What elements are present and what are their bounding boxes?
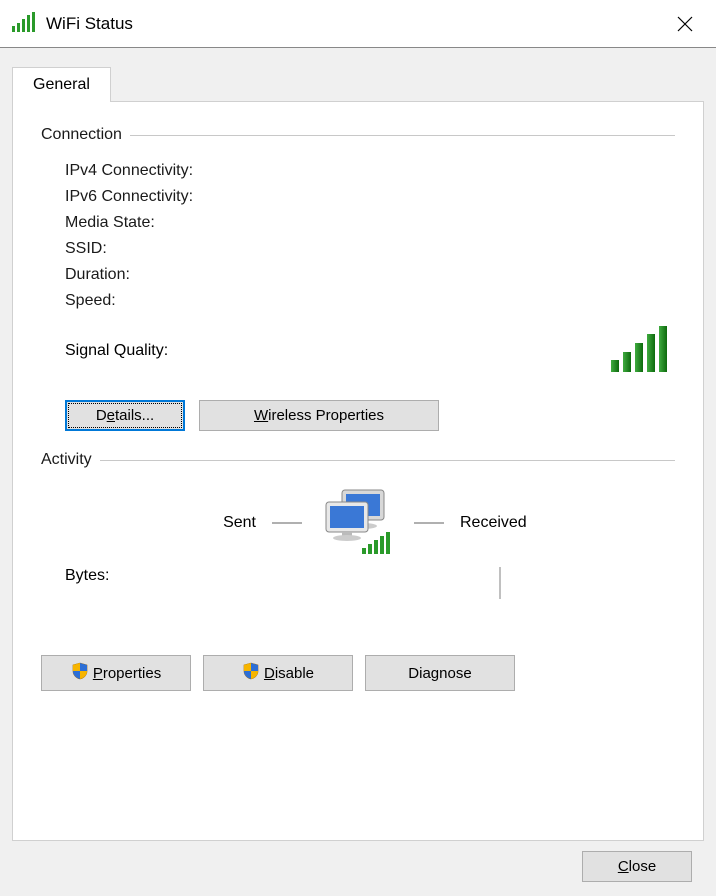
- speed-value: [385, 292, 675, 310]
- diagnose-button-label: Diagnose: [408, 665, 471, 682]
- ipv4-value: [385, 162, 675, 180]
- speed-label: Speed:: [65, 292, 385, 310]
- field-ipv6: IPv6 Connectivity:: [41, 184, 675, 210]
- properties-button[interactable]: Properties: [41, 655, 191, 691]
- close-button[interactable]: Close: [582, 851, 692, 882]
- field-ipv4: IPv4 Connectivity:: [41, 158, 675, 184]
- dash-icon: [414, 522, 444, 524]
- close-button-label: Close: [618, 858, 656, 875]
- dash-icon: [272, 522, 302, 524]
- field-ssid: SSID:: [41, 236, 675, 262]
- field-duration: Duration:: [41, 262, 675, 288]
- duration-value: [385, 266, 675, 284]
- activity-buttons: Properties Disable Diagnose: [41, 655, 675, 691]
- signal-bars-icon: [611, 326, 671, 376]
- ipv6-value: [385, 188, 675, 206]
- properties-button-label: Properties: [93, 665, 161, 682]
- close-icon: [677, 16, 693, 32]
- wireless-properties-button[interactable]: Wireless Properties: [199, 400, 439, 431]
- group-activity-title: Activity: [41, 451, 92, 469]
- ssid-value: [385, 240, 675, 258]
- media-state-value: [385, 214, 675, 232]
- wireless-properties-label: Wireless Properties: [254, 407, 384, 424]
- divider: [130, 135, 675, 136]
- ipv6-label: IPv6 Connectivity:: [65, 188, 385, 206]
- panel-general: Connection IPv4 Connectivity: IPv6 Conne…: [12, 101, 704, 841]
- signal-quality-label: Signal Quality:: [65, 342, 611, 360]
- field-speed: Speed:: [41, 288, 675, 314]
- field-media-state: Media State:: [41, 210, 675, 236]
- field-bytes: Bytes:: [41, 567, 675, 607]
- window-title: WiFi Status: [46, 14, 662, 34]
- group-connection: Connection: [41, 126, 675, 144]
- details-button[interactable]: Details...: [65, 400, 185, 431]
- ipv4-label: IPv4 Connectivity:: [65, 162, 385, 180]
- divider: [100, 460, 675, 461]
- details-button-label: Details...: [96, 407, 154, 424]
- diagnose-button[interactable]: Diagnose: [365, 655, 515, 691]
- shield-icon: [242, 662, 260, 684]
- close-row: Close: [582, 851, 692, 882]
- titlebar: WiFi Status: [0, 0, 716, 48]
- divider-vertical: [499, 567, 501, 599]
- content-area: General Connection IPv4 Connectivity: IP…: [0, 48, 716, 896]
- shield-icon: [71, 662, 89, 684]
- sent-label: Sent: [156, 514, 256, 532]
- field-signal-quality: Signal Quality:: [41, 320, 675, 382]
- received-label: Received: [460, 514, 560, 532]
- ssid-label: SSID:: [65, 240, 385, 258]
- activity-visualization: Sent: [41, 483, 675, 563]
- disable-button[interactable]: Disable: [203, 655, 353, 691]
- disable-button-label: Disable: [264, 665, 314, 682]
- tab-row: General: [12, 66, 704, 101]
- network-computers-icon: [318, 488, 398, 558]
- group-activity: Activity: [41, 451, 675, 469]
- wifi-signal-icon: [12, 12, 36, 36]
- duration-label: Duration:: [65, 266, 385, 284]
- connection-buttons: Details... Wireless Properties: [41, 400, 675, 431]
- window-close-button[interactable]: [662, 8, 708, 40]
- media-state-label: Media State:: [65, 214, 385, 232]
- group-connection-title: Connection: [41, 126, 122, 144]
- tab-general[interactable]: General: [12, 67, 111, 102]
- bytes-label: Bytes:: [65, 567, 225, 585]
